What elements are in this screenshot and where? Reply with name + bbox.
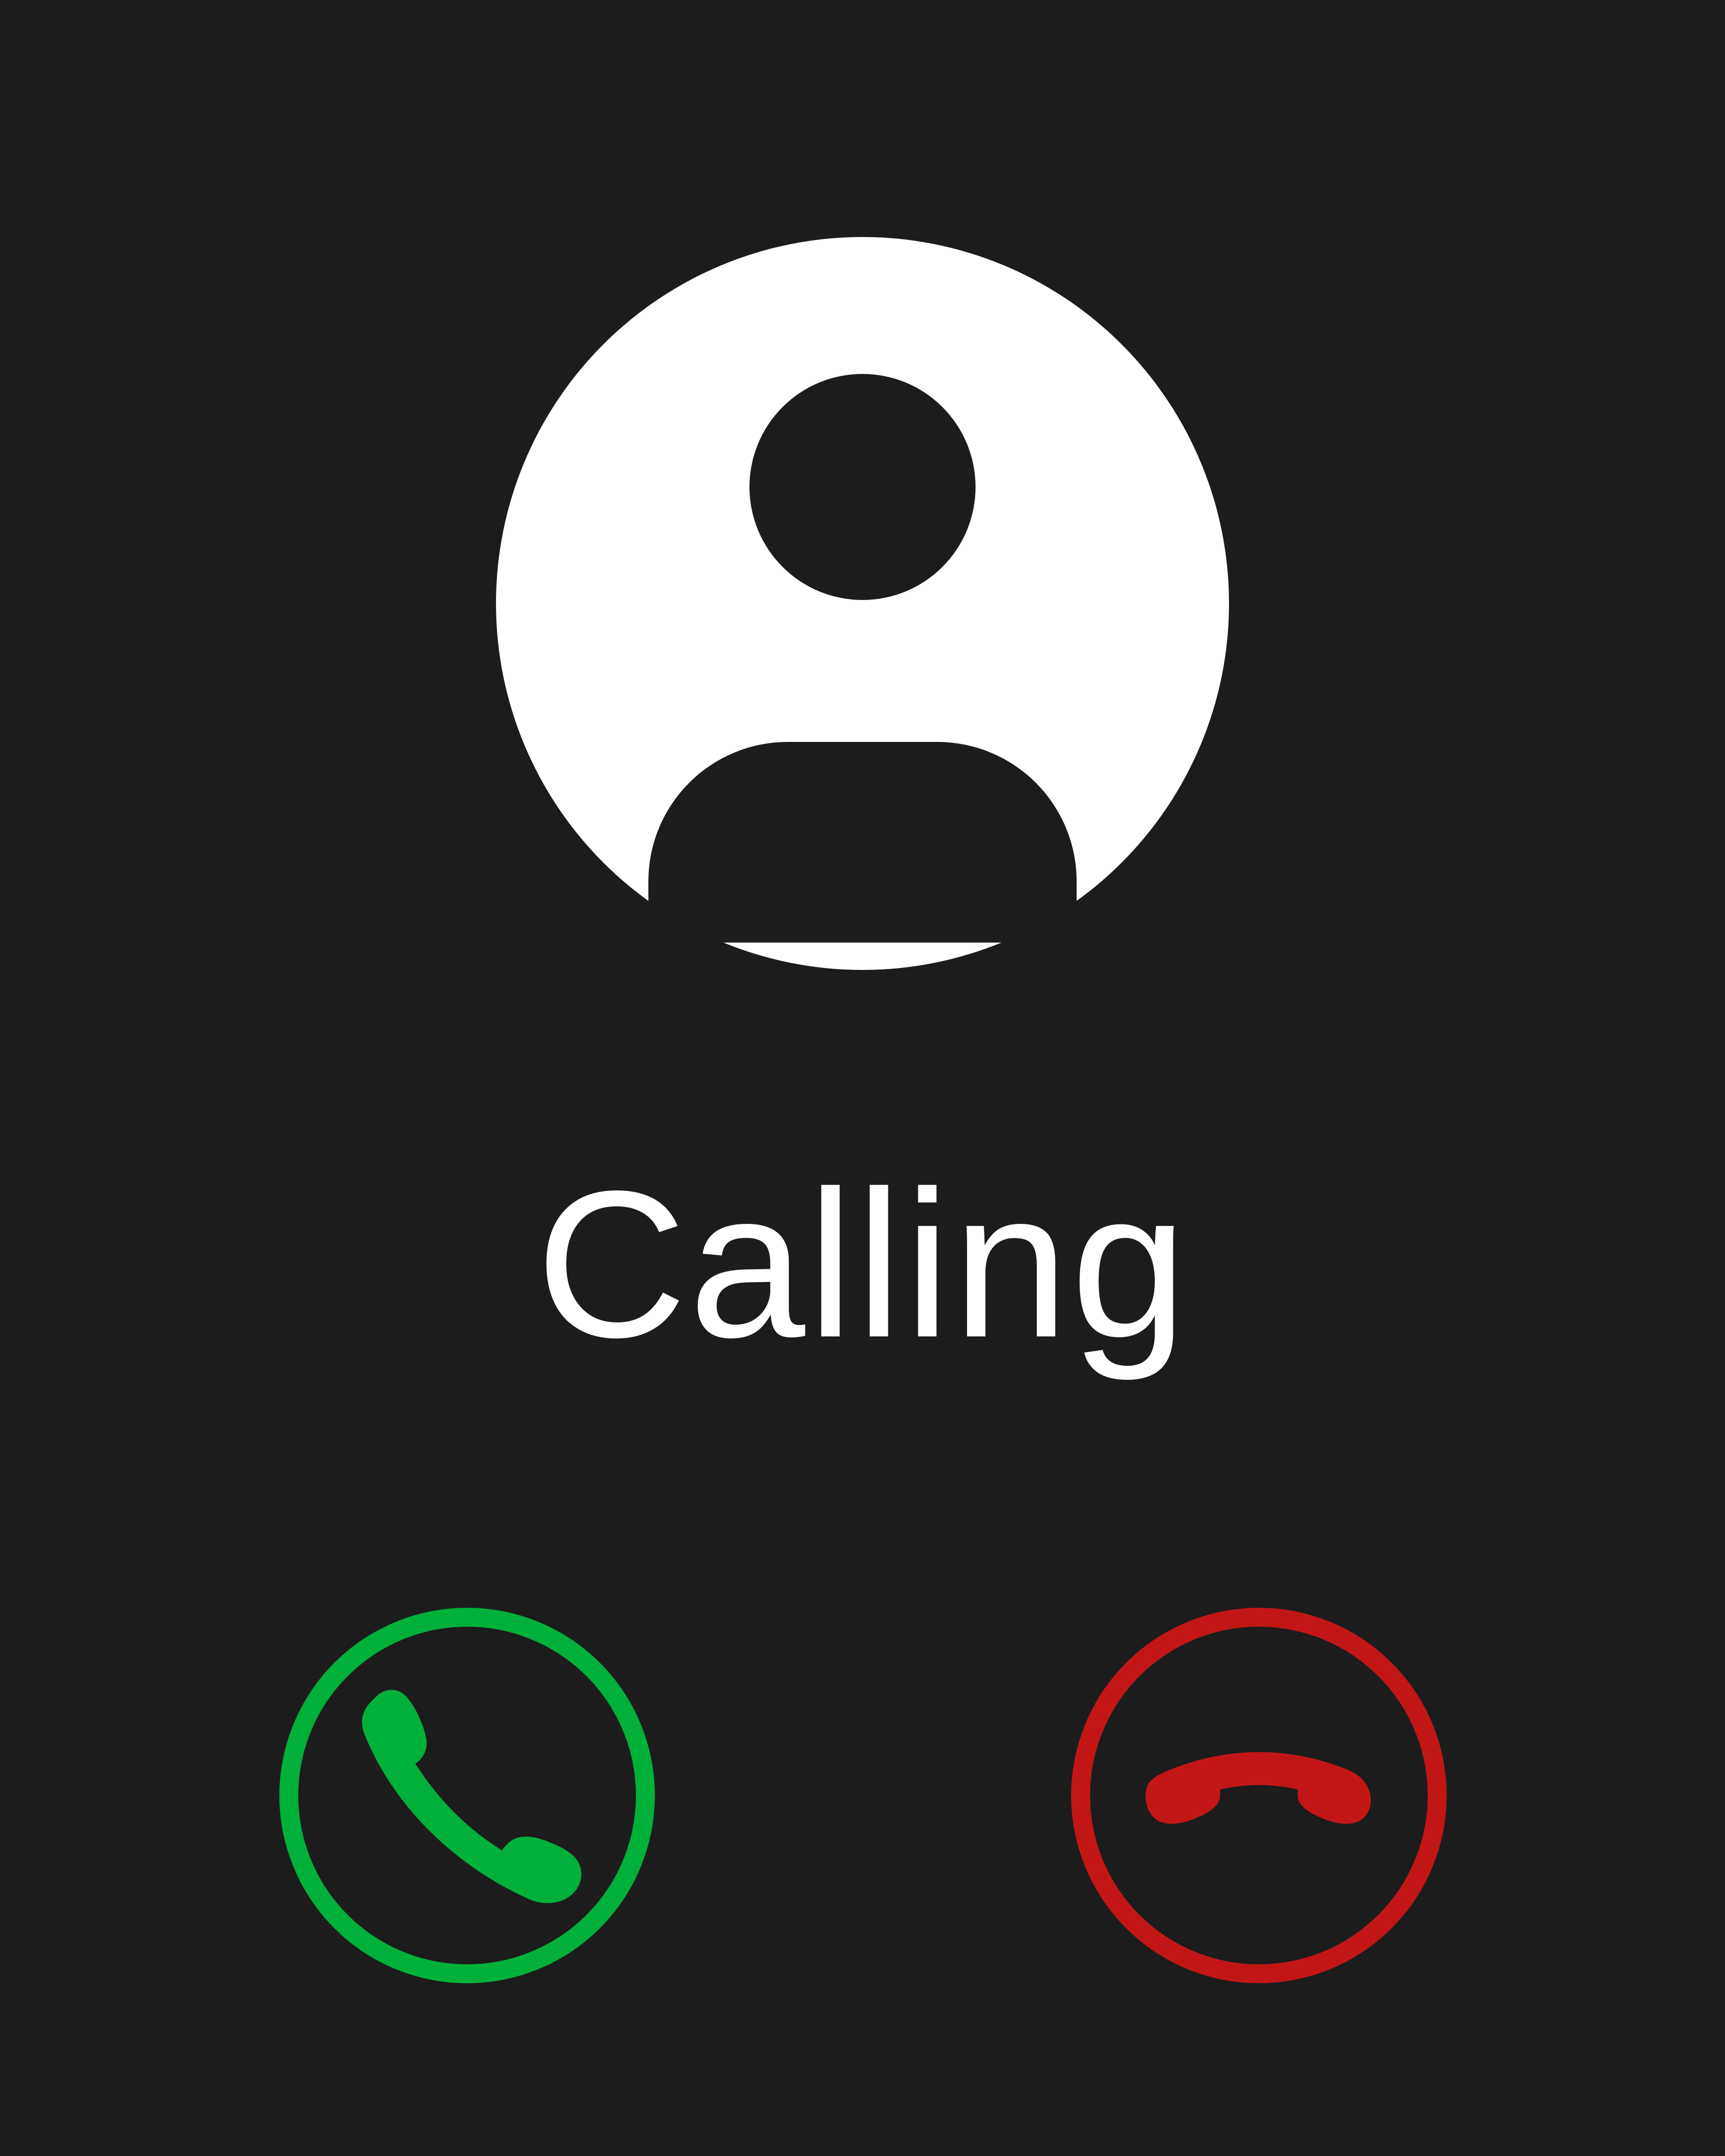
accept-call-button[interactable] xyxy=(278,1606,656,1985)
incoming-call-screen: Calling xyxy=(0,0,1725,2156)
phone-hangup-icon xyxy=(1071,1608,1447,1983)
contact-avatar xyxy=(496,237,1229,970)
call-status-text: Calling xyxy=(536,1148,1189,1381)
decline-call-button[interactable] xyxy=(1070,1606,1448,1985)
user-icon xyxy=(496,237,1229,970)
phone-icon xyxy=(279,1608,655,1983)
